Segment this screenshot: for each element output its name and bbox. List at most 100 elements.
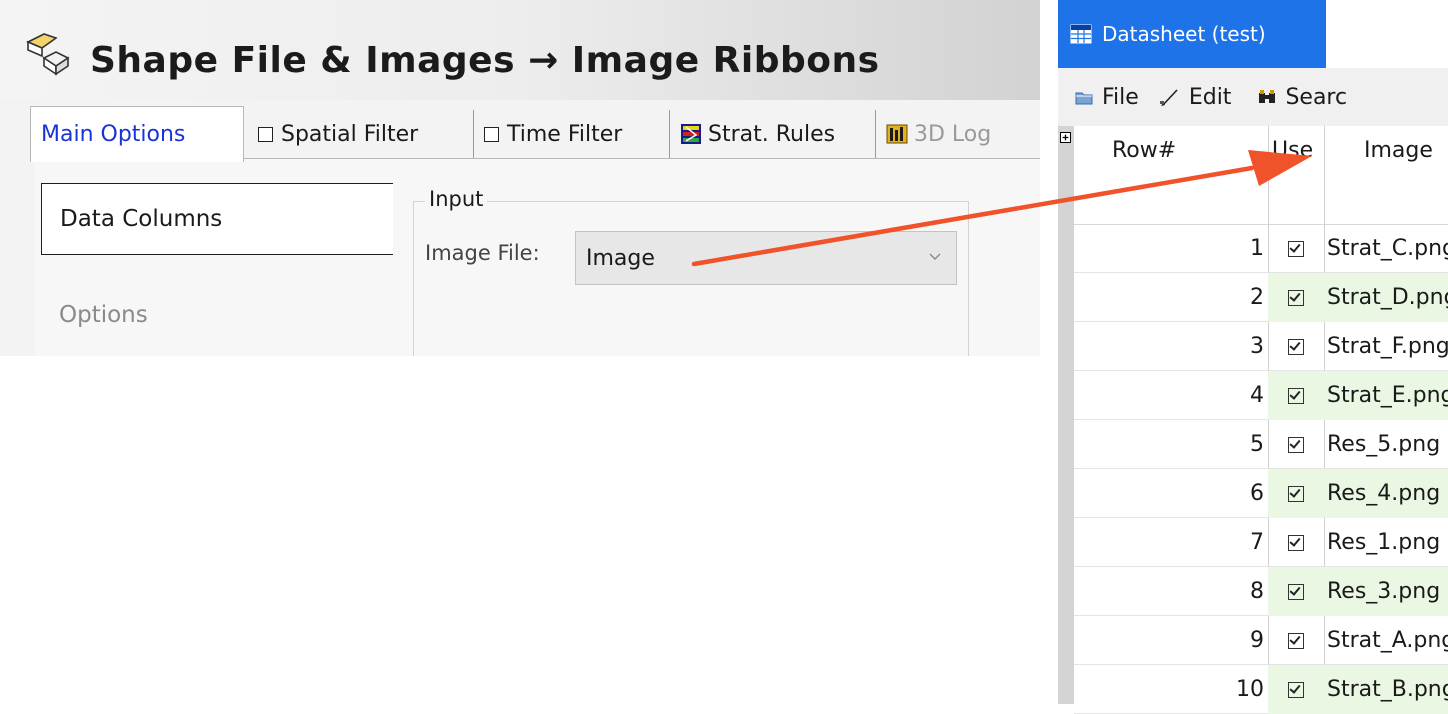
row-number-cell: 4 (1250, 383, 1264, 408)
row-number-cell: 2 (1250, 285, 1264, 310)
use-cell (1268, 224, 1324, 273)
table-row[interactable]: 8 Res_3.png (1074, 567, 1448, 616)
tab-label: Time Filter (507, 121, 623, 147)
table-row[interactable]: 7 Res_1.png (1074, 518, 1448, 567)
options-side-list: Data Columns Options (41, 177, 393, 356)
datasheet-title-bar: Datasheet (test) (1058, 0, 1326, 68)
image-cell[interactable]: Res_4.png (1324, 469, 1448, 518)
file-menu-label: File (1102, 84, 1139, 110)
spatial-filter-checkbox[interactable] (258, 126, 273, 142)
image-cell[interactable]: Strat_A.png (1324, 616, 1448, 665)
tab-label: 3D Log (914, 121, 992, 147)
use-cell (1268, 518, 1324, 567)
use-checkbox[interactable] (1288, 289, 1304, 306)
use-checkbox[interactable] (1288, 387, 1304, 404)
datasheet-icon (1070, 24, 1092, 44)
image-file-select[interactable]: Image (575, 231, 957, 285)
image-cell[interactable]: Res_3.png (1324, 567, 1448, 616)
file-icon (1075, 92, 1093, 105)
binoculars-icon (1259, 90, 1276, 103)
use-cell (1268, 567, 1324, 616)
use-checkbox[interactable] (1288, 240, 1304, 257)
shape-file-dialog: Shape File & Images → Image Ribbons Main… (0, 0, 1040, 356)
image-cell[interactable]: Res_5.png (1324, 420, 1448, 469)
3d-log-icon (886, 124, 908, 144)
use-cell (1268, 273, 1324, 322)
row-number-cell: 7 (1250, 530, 1264, 555)
table-row[interactable]: 2 Strat_D.png (1074, 273, 1448, 322)
datasheet-grid: Row# Use Image 1 Strat_C.png 2 Strat_D.png 3… (1058, 126, 1448, 714)
use-checkbox[interactable] (1288, 632, 1304, 649)
datasheet-toolbar: File Edit Searc (1058, 68, 1448, 126)
image-cell[interactable]: Strat_D.png (1324, 273, 1448, 322)
side-item-label: Data Columns (60, 206, 223, 232)
table-row[interactable]: 4 Strat_E.png (1074, 371, 1448, 420)
tab-3d-log[interactable]: 3D Log (876, 110, 1040, 158)
row-number-cell: 1 (1250, 236, 1264, 261)
edit-icon (1159, 89, 1178, 106)
image-cell[interactable]: Strat_F.png (1324, 322, 1448, 371)
table-row[interactable]: 9 Strat_A.png (1074, 616, 1448, 665)
use-cell (1268, 420, 1324, 469)
use-checkbox[interactable] (1288, 485, 1304, 502)
image-file-value: Image (586, 245, 655, 271)
tab-label: Spatial Filter (281, 121, 419, 147)
dialog-title: Shape File & Images → Image Ribbons (90, 40, 880, 81)
table-row[interactable]: 3 Strat_F.png (1074, 322, 1448, 371)
use-checkbox[interactable] (1288, 436, 1304, 453)
use-cell (1268, 469, 1324, 518)
use-cell (1268, 665, 1324, 714)
time-filter-checkbox[interactable] (484, 126, 499, 142)
row-number-cell: 10 (1236, 677, 1264, 702)
search-menu-label: Searc (1285, 84, 1348, 110)
grid-header: Row# Use Image (1074, 126, 1448, 225)
use-checkbox[interactable] (1288, 534, 1304, 551)
column-header-use[interactable]: Use (1272, 138, 1313, 163)
edit-menu-label: Edit (1188, 84, 1232, 110)
image-cell[interactable]: Strat_E.png (1324, 371, 1448, 420)
search-menu-button[interactable]: Searc (1257, 85, 1347, 110)
main-options-content: Data Columns Options Input Image File: I… (35, 158, 1040, 356)
shape-file-icon (26, 33, 70, 76)
row-number-cell: 3 (1250, 334, 1264, 359)
datasheet-title: Datasheet (test) (1102, 22, 1266, 46)
table-row[interactable]: 6 Res_4.png (1074, 469, 1448, 518)
row-number-cell: 6 (1250, 481, 1264, 506)
tab-main-options[interactable]: Main Options (30, 106, 244, 162)
tab-spatial-filter[interactable]: Spatial Filter (248, 110, 474, 158)
tab-label: Main Options (41, 122, 186, 147)
strat-rules-icon (681, 124, 701, 144)
expand-plus-icon[interactable] (1060, 132, 1071, 143)
use-cell (1268, 371, 1324, 420)
input-group-legend: Input (425, 187, 488, 211)
tab-strat-rules[interactable]: Strat. Rules (670, 110, 876, 158)
use-checkbox[interactable] (1288, 338, 1304, 355)
image-cell[interactable]: Res_1.png (1324, 518, 1448, 567)
datasheet-window: Datasheet (test) File Edit Searc Row# Us… (1058, 0, 1448, 714)
table-row[interactable]: 1 Strat_C.png (1074, 224, 1448, 273)
chevron-down-icon (929, 253, 941, 260)
image-cell[interactable]: Strat_B.png (1324, 665, 1448, 714)
use-cell (1268, 616, 1324, 665)
tab-strip: Main Options Spatial Filter Time Filter … (30, 106, 1040, 162)
column-header-image[interactable]: Image (1364, 138, 1433, 163)
column-header-row-num[interactable]: Row# (1112, 138, 1176, 163)
table-row[interactable]: 5 Res_5.png (1074, 420, 1448, 469)
row-number-cell: 9 (1250, 628, 1264, 653)
use-cell (1268, 322, 1324, 371)
dialog-title-bar: Shape File & Images → Image Ribbons (0, 0, 1040, 100)
edit-menu-button[interactable]: Edit (1159, 84, 1232, 110)
row-number-cell: 8 (1250, 579, 1264, 604)
file-menu-button[interactable]: File (1074, 85, 1139, 110)
use-checkbox[interactable] (1288, 583, 1304, 600)
row-number-cell: 5 (1250, 432, 1264, 457)
grid-gutter (1058, 126, 1074, 704)
use-checkbox[interactable] (1288, 681, 1304, 698)
tab-time-filter[interactable]: Time Filter (474, 110, 670, 158)
side-item-label: Options (59, 302, 148, 328)
table-row[interactable]: 10 Strat_B.png (1074, 665, 1448, 714)
side-item-options[interactable]: Options (41, 279, 393, 351)
side-item-data-columns[interactable]: Data Columns (41, 183, 393, 255)
tab-label: Strat. Rules (708, 121, 836, 147)
image-cell[interactable]: Strat_C.png (1324, 224, 1448, 273)
